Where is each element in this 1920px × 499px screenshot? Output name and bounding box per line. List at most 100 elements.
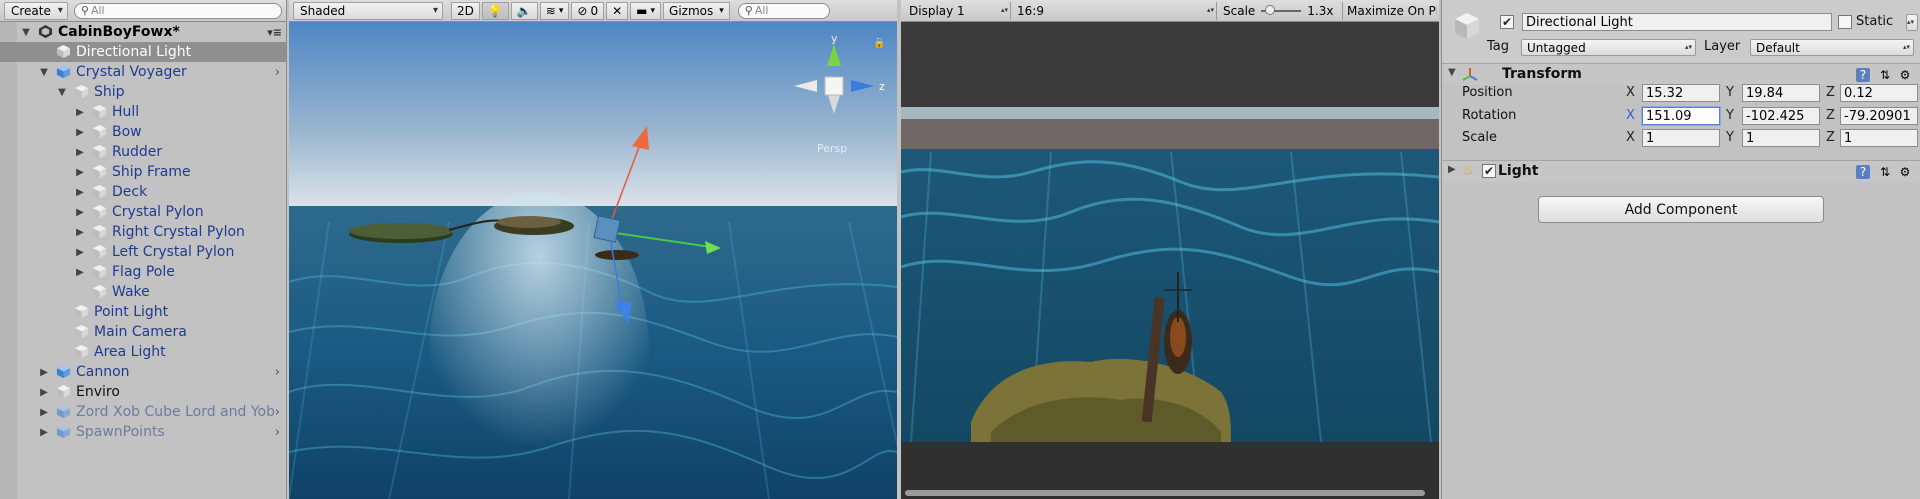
position-x-label[interactable]: X <box>1626 85 1635 100</box>
collapse-arrow-icon[interactable]: ▶ <box>74 247 86 258</box>
2d-toggle-button[interactable]: 2D <box>451 1 480 20</box>
hierarchy-item[interactable]: ▶ Bow <box>0 122 286 142</box>
collapse-arrow-icon[interactable]: ▶ <box>74 227 86 238</box>
light-gizmo-box[interactable] <box>593 215 621 243</box>
hierarchy-item[interactable]: ▶ Enviro <box>0 382 286 402</box>
active-checkbox[interactable]: ✔ <box>1500 15 1514 29</box>
collapse-arrow-icon[interactable]: ▶ <box>74 127 86 138</box>
aspect-dropdown[interactable]: 16:9 <box>1011 1 1217 20</box>
hierarchy-item[interactable]: ▶ Cannon › <box>0 362 286 382</box>
scene-root-row[interactable]: ▼ CabinBoyFowx* ▾≡ <box>0 22 286 42</box>
position-z-field[interactable]: 0.12 <box>1840 84 1918 102</box>
scene-viewport[interactable]: y z Persp 🔒 <box>289 22 897 499</box>
scale-z-label[interactable]: Z <box>1826 130 1835 145</box>
audio-toggle-button[interactable]: 🔈 <box>510 1 538 20</box>
scale-slider[interactable] <box>1261 4 1302 15</box>
collapse-arrow-icon[interactable]: ▼ <box>1448 67 1456 78</box>
effects-dropdown-button[interactable]: ≋ ▾ <box>539 1 570 20</box>
scene-search-input[interactable]: ⚲ All <box>737 2 830 19</box>
maximize-on-play-toggle[interactable]: Maximize On Pl <box>1343 4 1437 18</box>
expand-arrow-icon[interactable]: ▼ <box>20 27 32 38</box>
scale-y-label[interactable]: Y <box>1726 130 1734 145</box>
hierarchy-item[interactable]: ▶ Crystal Pylon <box>0 202 286 222</box>
collapse-arrow-icon[interactable]: ▶ <box>38 407 50 418</box>
scene-render[interactable]: y z Persp 🔒 <box>289 22 897 499</box>
tag-dropdown[interactable]: Untagged <box>1521 39 1696 56</box>
object-name-field[interactable]: Directional Light <box>1522 13 1832 31</box>
collapse-arrow-icon[interactable]: ▶ <box>74 267 86 278</box>
collapse-arrow-icon[interactable]: ▶ <box>38 387 50 398</box>
collapse-arrow-icon[interactable]: ▶ <box>74 187 86 198</box>
hierarchy-item[interactable]: ▼ Crystal Voyager › <box>0 62 286 82</box>
hierarchy-search-input[interactable]: ⚲ All <box>73 2 282 19</box>
expand-arrow-icon[interactable]: ▶ <box>1448 164 1456 175</box>
help-icon[interactable]: ? <box>1856 165 1870 179</box>
chevron-right-icon[interactable]: › <box>275 365 280 380</box>
perspective-label[interactable]: Persp <box>817 142 847 155</box>
preset-icon[interactable]: ⇅ <box>1878 165 1892 179</box>
hierarchy-item[interactable]: Main Camera <box>0 322 286 342</box>
preset-icon[interactable]: ⇅ <box>1878 68 1892 82</box>
hierarchy-item[interactable]: ▶ Zord Xob Cube Lord and Yob › <box>0 402 286 422</box>
scale-z-field[interactable]: 1 <box>1840 129 1918 147</box>
rotation-z-field[interactable]: -79.20901 <box>1840 107 1918 125</box>
gizmos-dropdown[interactable]: Gizmos ▾ <box>663 1 730 20</box>
hierarchy-item[interactable]: ▶ Right Crystal Pylon <box>0 222 286 242</box>
static-dropdown[interactable] <box>1906 14 1918 31</box>
position-y-field[interactable]: 19.84 <box>1742 84 1820 102</box>
collapse-arrow-icon[interactable]: ▶ <box>74 107 86 118</box>
shading-mode-dropdown[interactable]: Shaded <box>293 1 443 20</box>
hierarchy-item[interactable]: Wake <box>0 282 286 302</box>
game-viewport[interactable] <box>901 22 1439 499</box>
position-x-field[interactable]: 15.32 <box>1642 84 1720 102</box>
create-dropdown[interactable]: Create <box>4 1 68 20</box>
hierarchy-item[interactable]: ▶ Rudder <box>0 142 286 162</box>
scene-menu-icon[interactable]: ▾≡ <box>267 26 282 39</box>
camera-settings-button[interactable]: ▬ ▾ <box>630 1 662 20</box>
gear-icon[interactable]: ⚙ <box>1898 165 1912 179</box>
collapse-arrow-icon[interactable]: ▶ <box>74 167 86 178</box>
hierarchy-item[interactable]: Point Light <box>0 302 286 322</box>
hierarchy-item[interactable]: ▶ Deck <box>0 182 286 202</box>
hierarchy-item[interactable]: ▼ Ship <box>0 82 286 102</box>
layer-dropdown[interactable]: Default <box>1750 39 1914 56</box>
collapse-arrow-icon[interactable]: ▶ <box>38 367 50 378</box>
hierarchy-item[interactable]: ▶ Flag Pole <box>0 262 286 282</box>
scale-slider-thumb[interactable] <box>1265 4 1276 15</box>
scale-x-field[interactable]: 1 <box>1642 129 1720 147</box>
transform-header[interactable]: ▼ Transform ? ⇅ ⚙ <box>1442 63 1920 85</box>
light-header[interactable]: ▶ ♨ ✔ Light ? ⇅ ⚙ <box>1442 160 1920 182</box>
rotation-z-label[interactable]: Z <box>1826 108 1835 123</box>
expand-arrow-icon[interactable]: ▼ <box>56 87 68 98</box>
hierarchy-item[interactable]: ▶ Hull <box>0 102 286 122</box>
lock-icon[interactable]: 🔒 <box>873 37 885 49</box>
scale-y-field[interactable]: 1 <box>1742 129 1820 147</box>
rotation-y-label[interactable]: Y <box>1726 108 1734 123</box>
collapse-arrow-icon[interactable]: ▶ <box>38 427 50 438</box>
game-render[interactable] <box>901 22 1439 499</box>
scale-x-label[interactable]: X <box>1626 130 1635 145</box>
rotation-y-field[interactable]: -102.425 <box>1742 107 1820 125</box>
static-checkbox[interactable] <box>1838 15 1852 29</box>
gear-icon[interactable]: ⚙ <box>1898 68 1912 82</box>
position-y-label[interactable]: Y <box>1726 85 1734 100</box>
rotation-x-label[interactable]: X <box>1626 108 1635 123</box>
help-icon[interactable]: ? <box>1856 68 1870 82</box>
position-z-label[interactable]: Z <box>1826 85 1835 100</box>
chevron-right-icon[interactable]: › <box>275 65 280 80</box>
collapse-arrow-icon[interactable]: ▶ <box>74 207 86 218</box>
display-dropdown[interactable]: Display 1 <box>903 1 1011 20</box>
hierarchy-item[interactable]: Directional Light <box>0 42 286 62</box>
light-enabled-checkbox[interactable]: ✔ <box>1482 164 1496 178</box>
collapse-arrow-icon[interactable]: ▶ <box>74 147 86 158</box>
add-component-button[interactable]: Add Component <box>1538 196 1824 223</box>
hierarchy-item[interactable]: ▶ Ship Frame <box>0 162 286 182</box>
expand-arrow-icon[interactable]: ▼ <box>38 67 50 78</box>
lighting-toggle-button[interactable]: 💡 <box>481 1 509 20</box>
horizontal-scrollbar[interactable] <box>905 490 1425 496</box>
chevron-right-icon[interactable]: › <box>275 425 280 440</box>
chevron-right-icon[interactable]: › <box>275 405 280 420</box>
hierarchy-item[interactable]: Area Light <box>0 342 286 362</box>
rotation-x-field[interactable]: 151.09 <box>1642 107 1720 125</box>
tools-button[interactable]: ✕ <box>606 1 629 20</box>
